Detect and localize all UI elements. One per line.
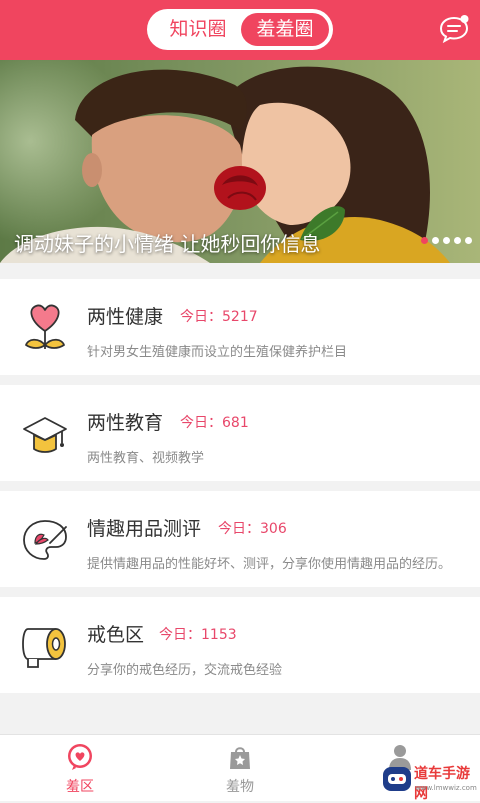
heart-bubble-icon [68,744,92,770]
carousel-dot[interactable] [421,237,428,244]
nav-item-shy-zone[interactable]: 羞区 [40,743,120,796]
tab-shy-circle[interactable]: 羞羞圈 [241,13,329,46]
carousel-dot[interactable] [454,237,461,244]
carousel-dots [421,237,472,244]
category-card-sex-education[interactable]: 两性教育 今日：681 两性教育、视频教学 [0,385,480,481]
watermark: 道车手游网 www.lmwwiz.com [382,762,478,802]
banner-caption: 调动妹子的小情绪 让她秒回你信息 [14,232,321,256]
category-card-product-reviews[interactable]: 情趣用品测评 今日：306 提供情趣用品的性能好坏、测评，分享你使用情趣用品的经… [0,491,480,587]
carousel-dot[interactable] [432,237,439,244]
today-count: 今日：1153 [159,627,237,643]
category-card-sexual-health[interactable]: 两性健康 今日：5217 针对男女生殖健康而设立的生殖保健养护栏目 [0,279,480,375]
gift-bag-icon [230,747,250,769]
category-desc: 提供情趣用品的性能好坏、测评，分享你使用情趣用品的经历。 [87,557,452,572]
carousel-dot[interactable] [443,237,450,244]
category-title: 戒色区 [87,624,145,646]
palette-review-icon [23,520,67,560]
category-title: 两性健康 [87,306,164,328]
tab-knowledge-circle[interactable]: 知识圈 [153,13,243,46]
top-bar: 知识圈 羞羞圈 [0,0,480,60]
segment-switch: 知识圈 羞羞圈 [147,9,333,50]
chat-bubble-icon[interactable] [438,14,470,44]
category-card-abstinence-zone[interactable]: 戒色区 今日：1153 分享你的戒色经历，交流戒色经验 [0,597,480,693]
today-count: 今日：681 [180,415,249,431]
banner-carousel[interactable]: 调动妹子的小情绪 让她秒回你信息 [0,60,480,263]
nav-label: 羞物 [226,779,254,795]
category-title: 情趣用品测评 [87,518,202,540]
category-title: 两性教育 [87,412,164,434]
nav-label: 羞区 [66,779,94,795]
carousel-dot[interactable] [465,237,472,244]
tissue-roll-icon [22,628,66,668]
graduation-cap-icon [23,417,67,453]
watermark-title: 道车手游网 [414,766,470,802]
today-count: 今日：5217 [180,309,258,325]
nav-item-shy-goods[interactable]: 羞物 [200,743,280,796]
game-controller-logo-icon [383,767,411,791]
watermark-url: www.lmwwiz.com [415,784,477,792]
heart-plant-icon [25,304,65,349]
category-desc: 分享你的戒色经历，交流戒色经验 [87,663,283,678]
today-count: 今日：306 [218,521,287,537]
category-desc: 针对男女生殖健康而设立的生殖保健养护栏目 [87,345,348,360]
category-desc: 两性教育、视频教学 [87,451,205,466]
